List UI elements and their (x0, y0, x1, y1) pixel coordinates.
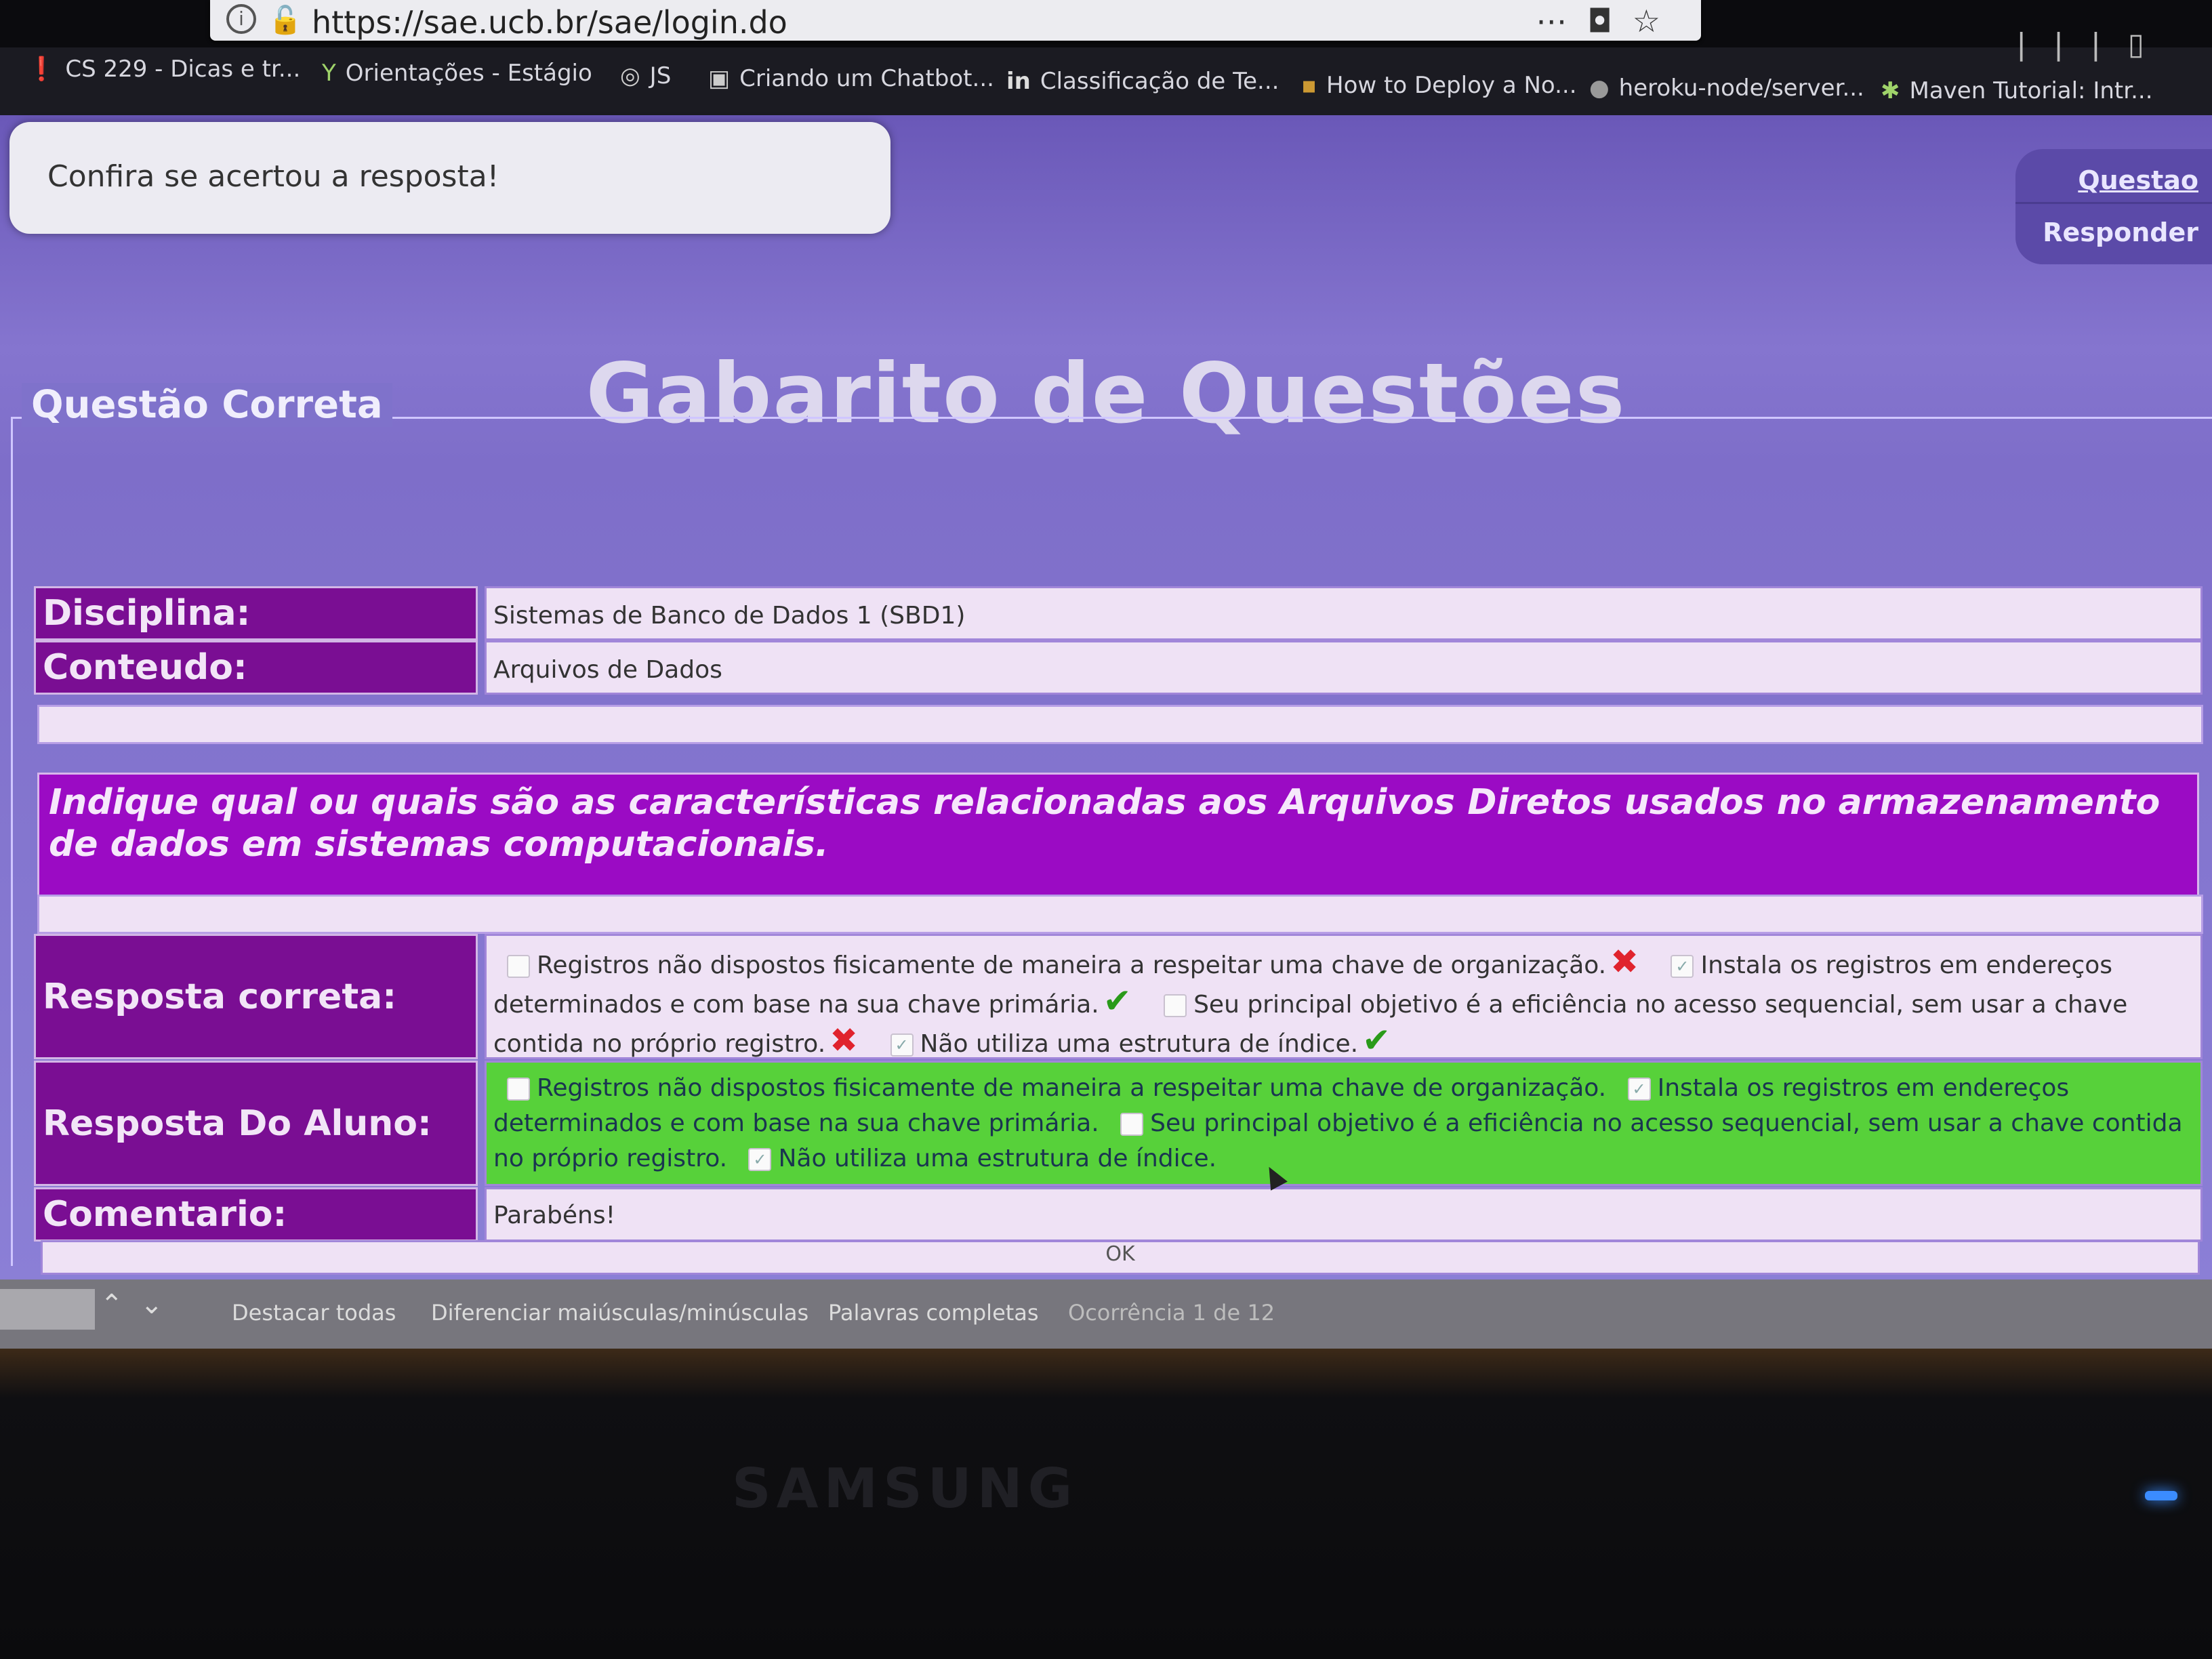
checkbox[interactable]: ✓ (890, 1033, 914, 1057)
student-answer-row: Resposta Do Aluno: Registros não dispost… (34, 1061, 2203, 1186)
find-bar: ⌃ ⌄ Destacar todas Diferenciar maiúscula… (0, 1279, 2212, 1349)
bookmark-icon: ❗ (27, 56, 56, 83)
correct-answer-row: Resposta correta: Registros não disposto… (34, 934, 2203, 1059)
bookmark-item[interactable]: Y Orientações - Estágio (322, 60, 592, 87)
checkbox[interactable]: ✓ (1671, 955, 1694, 978)
ok-button[interactable]: OK (41, 1240, 2200, 1275)
content-label: Conteudo: (34, 640, 478, 695)
sidebar-icon[interactable]: ▯ (2128, 27, 2171, 62)
bookmark-item[interactable]: ▪ How to Deploy a No... (1301, 72, 1577, 99)
toolbar-icons: |||▯ (2016, 27, 2171, 62)
section-legend: Questão Correta (22, 383, 392, 427)
checkbox[interactable] (507, 1078, 530, 1101)
bookmark-item[interactable]: ▣ Criando um Chatbot... (708, 65, 994, 92)
library-icon[interactable]: ||| (2016, 27, 2127, 62)
insecure-lock-icon[interactable]: 🔓 (268, 4, 302, 36)
page-actions-icon[interactable]: ⋯ (1536, 3, 1587, 39)
student-answer-value: Registros não dispostos fisicamente de m… (485, 1061, 2203, 1186)
chevron-up-icon[interactable]: ⌃ (100, 1289, 123, 1320)
pocket-icon[interactable]: ◘ (1587, 3, 1632, 39)
discipline-value: Sistemas de Banco de Dados 1 (SBD1) (485, 586, 2203, 640)
urlbar-actions: ⋯◘☆ (1536, 3, 1681, 39)
github-icon: ● (1589, 75, 1610, 102)
info-icon[interactable]: i (226, 4, 256, 34)
linkedin-icon: in (1006, 68, 1031, 95)
correct-answer-label: Resposta correta: (34, 934, 478, 1059)
power-led-icon (2145, 1491, 2177, 1500)
monitor-brand-logo: SAMSUNG (732, 1457, 1078, 1520)
bookmark-item[interactable]: in Classificação de Te... (1006, 68, 1279, 95)
nav-question-link[interactable]: Questao (2015, 149, 2212, 195)
whole-words-toggle[interactable]: Palavras completas (828, 1300, 1039, 1326)
bookmark-item[interactable]: ✱ Maven Tutorial: Intr... (1881, 77, 2153, 104)
spacer-row (37, 705, 2203, 744)
wrong-cross-icon: ✖ (830, 1021, 859, 1060)
bookmark-item[interactable]: ● heroku-node/server... (1589, 75, 1864, 102)
content-value: Arquivos de Dados (485, 640, 2203, 695)
match-case-toggle[interactable]: Diferenciar maiúsculas/minúsculas (431, 1300, 808, 1326)
wrong-cross-icon: ✖ (1610, 942, 1639, 981)
notice-box: Confira se acertou a resposta! (9, 122, 890, 234)
url-text[interactable]: https://sae.ucb.br/sae/login.do (312, 4, 787, 41)
monitor-bezel (0, 1349, 2212, 1659)
correct-check-icon: ✔ (1362, 1021, 1391, 1060)
bookmark-item[interactable]: ❗ CS 229 - Dicas e tr... (27, 56, 300, 83)
comment-label: Comentario: (34, 1187, 478, 1242)
discipline-label: Disciplina: (34, 586, 478, 640)
bookmark-item[interactable]: ◎ JS (620, 62, 671, 89)
globe-icon: ◎ (620, 62, 640, 89)
question-text: Indique qual ou quais são as característ… (37, 773, 2199, 898)
comment-value: Parabéns! (485, 1187, 2203, 1242)
occurrence-status: Ocorrência 1 de 12 (1068, 1300, 1275, 1326)
side-nav: Questao Responder (2015, 149, 2212, 264)
checkbox[interactable] (1120, 1113, 1144, 1136)
find-nav: ⌃ ⌄ (100, 1289, 163, 1320)
nav-answer-link[interactable]: Responder (2015, 202, 2212, 247)
checkbox[interactable]: ✓ (748, 1148, 772, 1171)
highlight-all-toggle[interactable]: Destacar todas (232, 1300, 396, 1326)
url-bar[interactable]: i 🔓 https://sae.ucb.br/sae/login.do ⋯◘☆ (210, 0, 1701, 41)
bookmark-icon: Y (322, 60, 336, 87)
chevron-down-icon[interactable]: ⌄ (140, 1289, 163, 1320)
find-input[interactable] (0, 1289, 95, 1330)
checkbox[interactable]: ✓ (1627, 1078, 1651, 1101)
student-answer-label: Resposta Do Aluno: (34, 1061, 478, 1186)
bookmark-icon: ▣ (708, 65, 731, 92)
bookmark-star-icon[interactable]: ☆ (1633, 3, 1681, 39)
discipline-row: Disciplina: Sistemas de Banco de Dados 1… (34, 586, 2203, 640)
checkbox[interactable] (507, 955, 530, 978)
comment-row: Comentario: Parabéns! (34, 1187, 2203, 1242)
notice-text: Confira se acertou a resposta! (47, 159, 499, 194)
bookmark-icon: ▪ (1301, 72, 1317, 99)
maven-icon: ✱ (1881, 77, 1900, 104)
content-row: Conteudo: Arquivos de Dados (34, 640, 2203, 695)
checkbox[interactable] (1164, 994, 1187, 1017)
spacer-row (37, 895, 2203, 934)
correct-check-icon: ✔ (1103, 981, 1132, 1021)
correct-answer-value: Registros não dispostos fisicamente de m… (485, 934, 2203, 1059)
